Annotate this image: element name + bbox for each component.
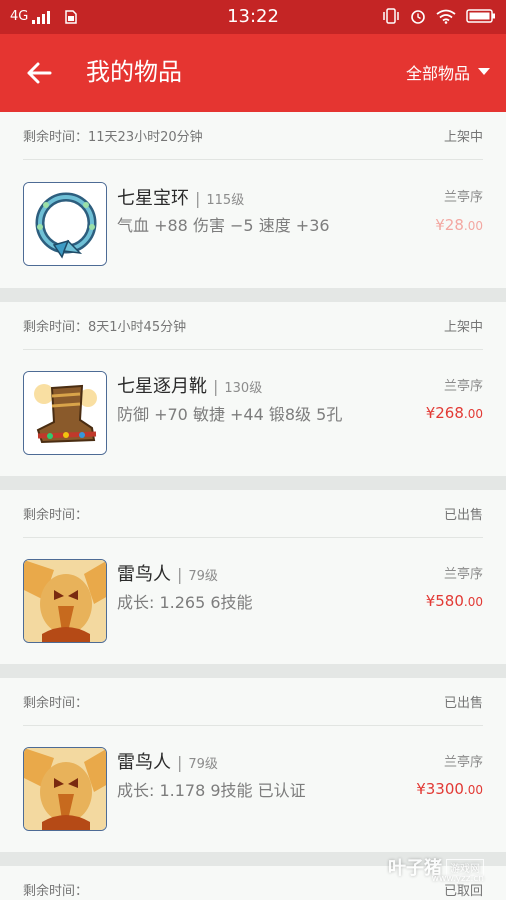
item-name: 七星宝环	[117, 188, 189, 209]
thunderbird-portrait-icon	[24, 560, 106, 642]
divider: |	[195, 189, 201, 208]
price-decimal: .00	[463, 783, 483, 797]
item-name-row: 七星逐月靴 | 130级	[117, 372, 262, 398]
item-name-row: 雷鸟人 | 79级	[117, 560, 218, 586]
remaining-time: 剩余时间：	[23, 696, 89, 711]
ring-icon	[24, 183, 106, 265]
back-button[interactable]	[22, 56, 56, 90]
item-status: 上架中	[443, 130, 483, 145]
item-name: 雷鸟人	[117, 752, 171, 773]
caret-down-icon	[478, 68, 490, 75]
item-card[interactable]: 剩余时间： 已出售 雷鸟人 | 79级 成长: 1.265 6技能 兰亭序 ¥580…	[0, 490, 506, 664]
alarm-icon	[411, 10, 425, 24]
boots-icon	[24, 372, 106, 454]
watermark-sub: 游戏网	[446, 858, 484, 876]
item-price: ¥3300.00	[416, 780, 483, 798]
item-level: 79级	[188, 569, 218, 584]
remaining-time: 剩余时间：8天1小时45分钟	[23, 320, 187, 335]
card-header: 剩余时间：8天1小时45分钟 上架中	[23, 302, 483, 350]
item-attributes: 气血 +88 伤害 −5 速度 +36	[117, 216, 330, 235]
item-card[interactable]: 剩余时间：11天23小时20分钟 上架中 七星宝环 | 115级 气血 +88 伤害…	[0, 112, 506, 288]
item-name: 七星逐月靴	[117, 376, 207, 397]
item-attributes: 成长: 1.265 6技能	[117, 593, 253, 612]
price-decimal: .00	[463, 407, 483, 421]
battery-icon	[466, 9, 495, 23]
item-name-row: 雷鸟人 | 79级	[117, 748, 218, 774]
wifi-icon	[436, 9, 456, 24]
page-title: 我的物品	[86, 58, 182, 86]
item-status: 已出售	[443, 508, 483, 523]
remaining-time: 剩余时间：11天23小时20分钟	[23, 130, 203, 145]
seller-name: 兰亭序	[443, 567, 483, 582]
remaining-time: 剩余时间：	[23, 508, 89, 523]
card-header: 剩余时间：11天23小时20分钟 上架中	[23, 112, 483, 160]
item-level: 115级	[206, 193, 245, 208]
item-status: 已出售	[443, 696, 483, 711]
card-header: 剩余时间： 已出售	[23, 678, 483, 726]
item-card[interactable]: 剩余时间： 已出售 雷鸟人 | 79级 成长: 1.178 9技能 已认证 兰亭序 …	[0, 678, 506, 852]
item-thumbnail	[23, 747, 107, 831]
app-bar: 我的物品 全部物品	[0, 34, 506, 112]
arrow-left-icon	[27, 62, 52, 84]
price-main: ¥580	[425, 592, 464, 610]
price-decimal: .00	[463, 219, 483, 233]
price-main: ¥28	[435, 216, 464, 234]
item-thumbnail	[23, 182, 107, 266]
divider: |	[177, 753, 183, 772]
item-thumbnail	[23, 559, 107, 643]
item-name: 雷鸟人	[117, 564, 171, 585]
item-name-row: 七星宝环 | 115级	[117, 184, 244, 210]
watermark-url: www.yzz.cn	[431, 874, 484, 884]
divider: |	[213, 377, 219, 396]
item-status: 上架中	[443, 320, 483, 335]
item-price: ¥268.00	[426, 404, 483, 422]
item-attributes: 防御 +70 敏捷 +44 锻8级 5孔	[117, 405, 343, 424]
filter-dropdown[interactable]: 全部物品	[406, 60, 490, 84]
item-price: ¥580.00	[426, 592, 483, 610]
item-level: 79级	[188, 757, 218, 772]
divider: |	[177, 565, 183, 584]
vibrate-icon	[383, 8, 399, 24]
price-main: ¥268	[425, 404, 464, 422]
filter-label: 全部物品	[405, 64, 470, 83]
card-header: 剩余时间： 已出售	[23, 490, 483, 538]
status-bar: 4G 13:22	[0, 0, 506, 34]
seller-name: 兰亭序	[443, 379, 483, 394]
seller-name: 兰亭序	[443, 190, 483, 205]
price-main: ¥3300	[416, 780, 464, 798]
thunderbird-portrait-icon	[24, 748, 106, 830]
status-right	[382, 8, 496, 24]
item-price: ¥28.00	[435, 216, 483, 234]
watermark-logo: 叶子猪 游戏网 www.yzz.cn	[388, 854, 484, 884]
item-card[interactable]: 剩余时间：8天1小时45分钟 上架中 七星逐月靴 | 130级 防御 +70 敏捷 …	[0, 302, 506, 476]
seller-name: 兰亭序	[443, 755, 483, 770]
item-attributes: 成长: 1.178 9技能 已认证	[117, 781, 306, 800]
item-level: 130级	[224, 381, 263, 396]
remaining-time: 剩余时间：	[23, 884, 89, 899]
item-thumbnail	[23, 371, 107, 455]
price-decimal: .00	[463, 595, 483, 609]
